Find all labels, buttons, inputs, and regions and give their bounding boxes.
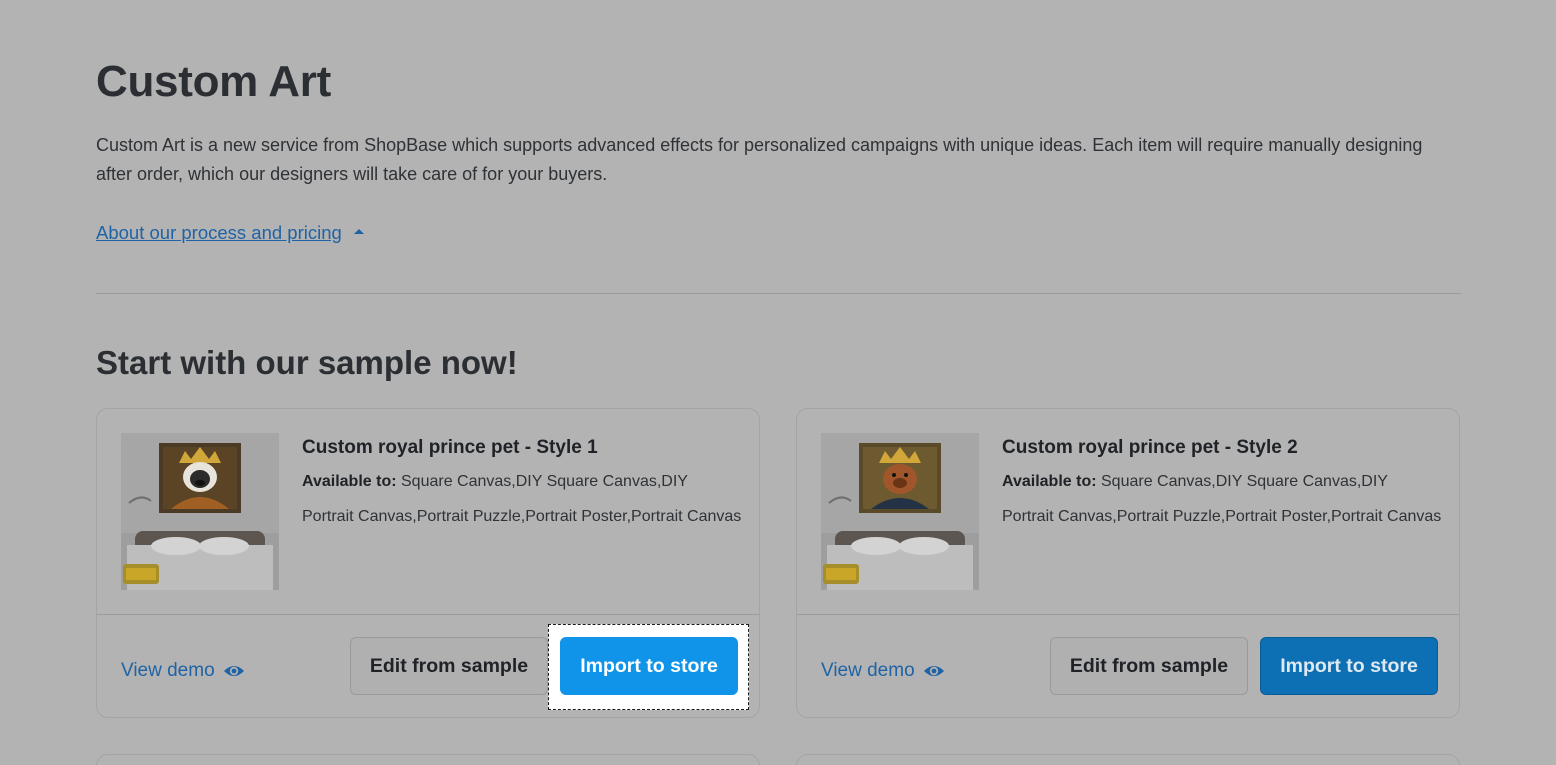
sample-card-title: Custom royal prince pet - Style 2 <box>1002 437 1298 458</box>
sample-thumbnail <box>821 433 979 590</box>
process-pricing-link-label: About our process and pricing <box>96 222 342 243</box>
section-divider <box>96 293 1461 294</box>
royal-dog-canvas-image <box>121 433 279 590</box>
view-demo-link[interactable]: View demo <box>821 659 945 683</box>
view-demo-label: View demo <box>121 660 215 681</box>
sample-availability: Available to: Square Canvas,DIY Square C… <box>302 465 742 534</box>
view-demo-label: View demo <box>821 660 915 681</box>
availability-label: Available to: <box>302 473 397 490</box>
availability-label: Available to: <box>1002 473 1097 490</box>
intro-section: Custom Art Custom Art is a new service f… <box>96 52 1461 245</box>
sample-card-info: Custom royal prince pet - Style 1 Availa… <box>302 435 742 534</box>
sample-card-info: Custom royal prince pet - Style 2 Availa… <box>1002 435 1442 534</box>
sample-section-title: Start with our sample now! <box>96 344 518 381</box>
eye-icon <box>923 666 944 676</box>
sample-card: Custom royal prince pet - Style 2 Availa… <box>796 408 1460 718</box>
sample-card-actions: View demo Edit from sample Import to sto… <box>97 615 759 718</box>
edit-from-sample-button[interactable]: Edit from sample <box>350 637 548 695</box>
sample-thumbnail <box>121 433 279 590</box>
process-link-row: About our process and pricing <box>96 189 1461 245</box>
import-to-store-button[interactable]: Import to store <box>1260 637 1438 695</box>
sample-card-actions: View demo Edit from sample Import to sto… <box>797 615 1459 718</box>
sample-card: Custom royal prince pet - Style 1 Availa… <box>96 408 760 718</box>
sample-card-title: Custom royal prince pet - Style 1 <box>302 437 598 458</box>
sample-card-body: Custom royal prince pet - Style 2 Availa… <box>797 409 1459 615</box>
page: Custom Art Custom Art is a new service f… <box>0 0 1556 765</box>
page-title: Custom Art <box>96 57 331 106</box>
sample-availability: Available to: Square Canvas,DIY Square C… <box>1002 465 1442 534</box>
view-demo-link[interactable]: View demo <box>121 659 245 683</box>
page-description: Custom Art is a new service from ShopBas… <box>96 135 1423 184</box>
edit-from-sample-button[interactable]: Edit from sample <box>1050 637 1248 695</box>
eye-icon <box>223 666 244 676</box>
sample-card-body: Custom royal prince pet - Style 1 Availa… <box>97 409 759 615</box>
sample-card-partial <box>796 754 1460 765</box>
sample-card-partial <box>96 754 760 765</box>
import-to-store-button[interactable]: Import to store <box>560 637 738 695</box>
caret-up-icon <box>353 229 364 234</box>
process-pricing-link[interactable]: About our process and pricing <box>96 221 364 245</box>
royal-dog-canvas-image <box>821 433 979 590</box>
